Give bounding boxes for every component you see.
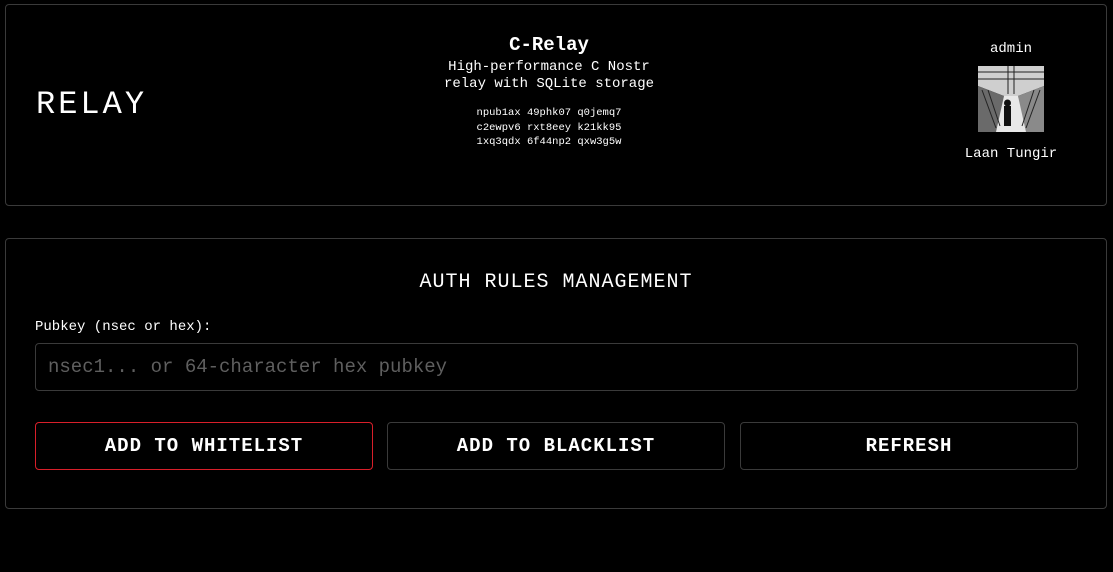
relay-pubkey-line: 1xq3qdx 6f44np2 qxw3g5w: [476, 136, 622, 148]
admin-profile[interactable]: admin Laan Tungir: [946, 41, 1076, 162]
panel-title: AUTH RULES MANAGEMENT: [419, 271, 693, 294]
auth-rules-panel: AUTH RULES MANAGEMENT Pubkey (nsec or he…: [5, 238, 1107, 509]
relay-header: RELAY C-Relay High-performance C Nostr r…: [5, 4, 1107, 206]
relay-info: C-Relay High-performance C Nostr relay w…: [429, 35, 669, 150]
relay-pubkey-line: c2ewpv6 rxt8eey k21kk95: [476, 121, 622, 134]
refresh-button[interactable]: REFRESH: [740, 422, 1078, 470]
add-to-blacklist-button[interactable]: ADD TO BLACKLIST: [387, 422, 725, 470]
relay-logo[interactable]: RELAY: [36, 89, 147, 121]
avatar[interactable]: [978, 66, 1044, 132]
relay-description: High-performance C Nostr relay with SQLi…: [443, 59, 655, 92]
add-to-whitelist-button[interactable]: ADD TO WHITELIST: [35, 422, 373, 470]
relay-pubkey: npub1ax 49phk07 q0jemq7 c2ewpv6 rxt8eey …: [429, 106, 669, 150]
admin-label: admin: [989, 41, 1032, 57]
admin-name: Laan Tungir: [964, 146, 1058, 162]
user-avatar-photo-icon: [978, 66, 1044, 132]
pubkey-input[interactable]: [35, 343, 1078, 391]
relay-pubkey-line: npub1ax 49phk07 q0jemq7: [476, 107, 622, 119]
pubkey-label: Pubkey (nsec or hex):: [35, 319, 212, 335]
relay-name: C-Relay: [509, 34, 589, 56]
